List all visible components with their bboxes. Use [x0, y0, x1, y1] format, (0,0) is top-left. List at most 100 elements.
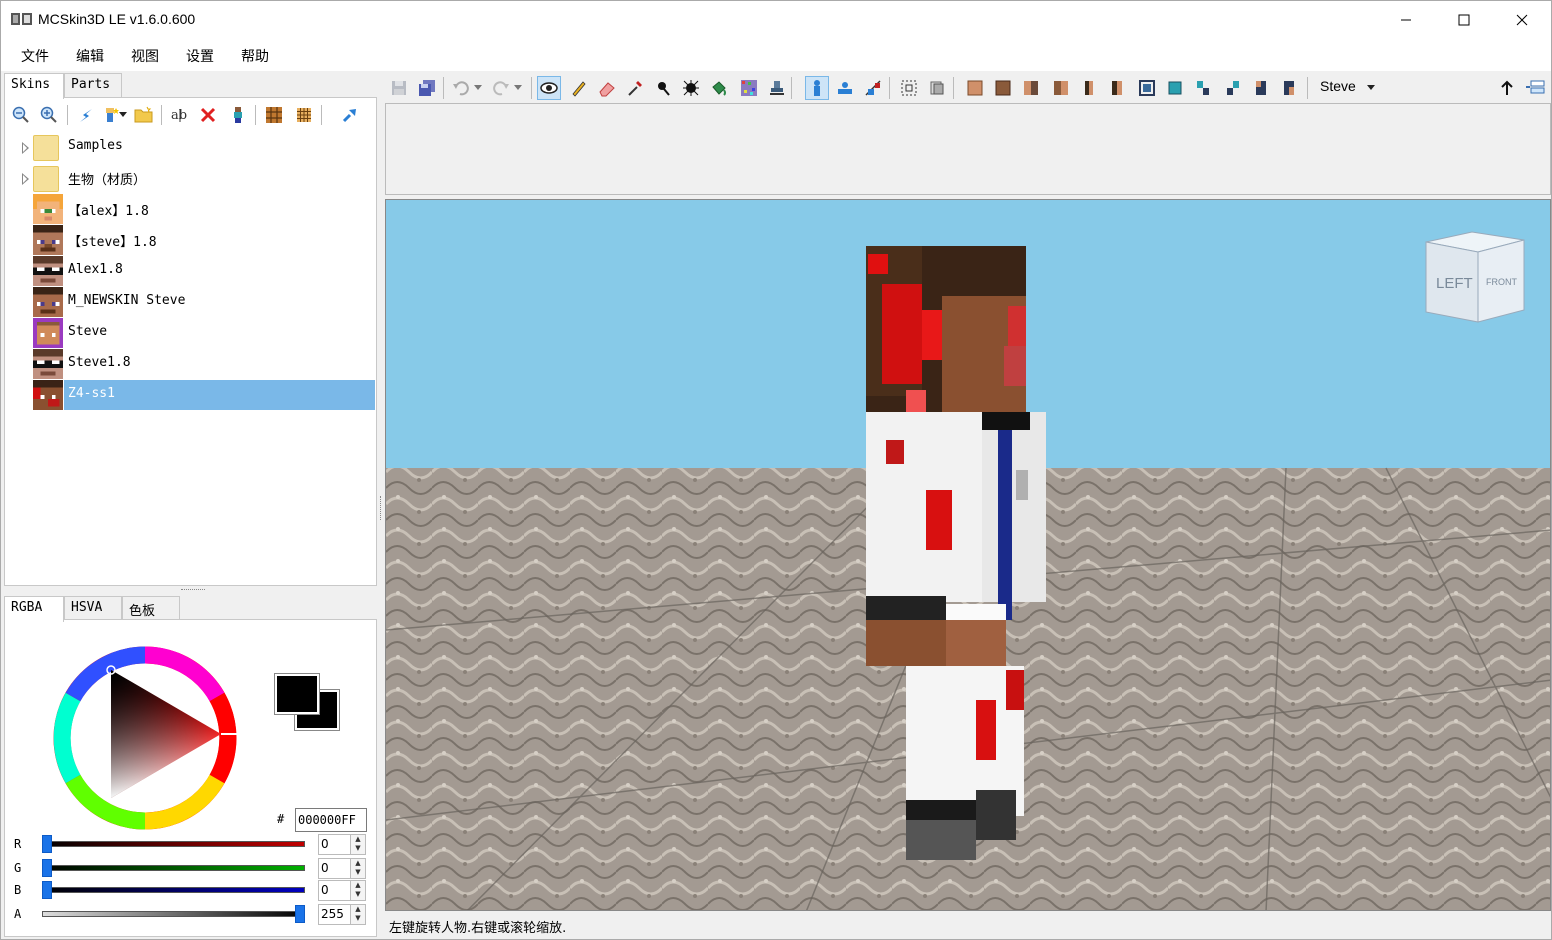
channel-spinner[interactable]: ▲ ▼ [350, 880, 366, 901]
channel-slider-track[interactable] [42, 865, 305, 871]
channel-spinner[interactable]: ▲ ▼ [350, 858, 366, 879]
sleeve-overlay-icon[interactable] [1191, 76, 1215, 100]
tree-skin-steve-bracket[interactable]: 【steve】1.8 [5, 225, 376, 256]
channel-value-input[interactable]: 0 [318, 858, 352, 879]
save-all-icon[interactable] [415, 76, 439, 100]
channel-slider-thumb[interactable] [42, 859, 52, 877]
bucket-tool-icon[interactable] [707, 76, 731, 100]
3d-viewport[interactable]: LEFT FRONT [385, 199, 1551, 911]
undo-dropdown-icon[interactable] [471, 76, 485, 100]
menu-edit[interactable]: 编辑 [76, 46, 104, 66]
channel-spinner[interactable]: ▲ ▼ [350, 834, 366, 855]
expand-arrow-icon[interactable] [22, 173, 29, 185]
close-button[interactable] [1493, 1, 1551, 39]
save-icon[interactable] [387, 76, 411, 100]
maximize-button[interactable] [1435, 1, 1493, 39]
hybrid-view-icon[interactable] [861, 76, 885, 100]
undo-icon[interactable] [449, 76, 473, 100]
dodge-tool-icon[interactable] [651, 76, 675, 100]
helmet-part-icon[interactable] [991, 76, 1015, 100]
head-part-icon[interactable] [963, 76, 987, 100]
channel-label: B [14, 883, 22, 897]
model-dropdown-icon[interactable] [1367, 85, 1375, 91]
channel-slider-thumb[interactable] [42, 835, 52, 853]
upload-icon[interactable] [339, 104, 361, 126]
zoom-out-icon[interactable] [10, 104, 32, 126]
tab-palette[interactable]: 色板 [122, 596, 180, 620]
tree-skin-m-newskin-steve[interactable]: M_NEWSKIN Steve [5, 287, 376, 318]
channel-slider-thumb[interactable] [42, 881, 52, 899]
view-cube[interactable]: LEFT FRONT [1425, 231, 1525, 323]
leg-part-icon[interactable] [1105, 76, 1129, 100]
model-selector[interactable]: Steve [1320, 78, 1356, 94]
person-view-icon[interactable] [805, 76, 829, 100]
dropdown-arrow-icon[interactable] [117, 104, 129, 126]
main-toolbar: Steve [385, 73, 1551, 101]
menu-help[interactable]: 帮助 [241, 46, 269, 66]
pants-overlay-2-icon[interactable] [1277, 76, 1301, 100]
menu-view[interactable]: 视图 [131, 46, 159, 66]
layout-icon[interactable] [1523, 76, 1547, 100]
channel-slider-track[interactable] [42, 911, 305, 917]
burn-tool-icon[interactable] [679, 76, 703, 100]
minimize-button[interactable] [1377, 1, 1435, 39]
tree-item-label: 【steve】1.8 [68, 235, 157, 250]
hex-color-input[interactable]: 000000FF [295, 808, 367, 832]
tree-skin-alex18[interactable]: Alex1.8 [5, 256, 376, 287]
rename-icon[interactable]: ab [169, 104, 191, 126]
vertical-splitter[interactable] [380, 496, 383, 520]
eraser-tool-icon[interactable] [595, 76, 619, 100]
sleeve-overlay-2-icon[interactable] [1221, 76, 1245, 100]
channel-spinner[interactable]: ▲ ▼ [350, 904, 366, 925]
tab-hsva[interactable]: HSVA [64, 596, 122, 620]
noise-tool-icon[interactable] [737, 76, 761, 100]
menu-file[interactable]: 文件 [21, 46, 49, 66]
color-wheel[interactable] [49, 642, 241, 834]
tree-skin-steve[interactable]: Steve [5, 318, 376, 349]
ghost-parts-icon[interactable] [925, 76, 949, 100]
head-overlay-icon[interactable] [1135, 76, 1159, 100]
alex-face-icon [33, 194, 63, 224]
steve-face-icon [33, 225, 63, 255]
tab-rgba[interactable]: RGBA [4, 596, 64, 622]
body-part-icon[interactable] [1019, 76, 1043, 100]
grid-icon[interactable] [263, 104, 285, 126]
channel-value-input[interactable]: 0 [318, 880, 352, 901]
channel-value-input[interactable]: 0 [318, 834, 352, 855]
horizontal-splitter[interactable] [181, 589, 205, 592]
menu-settings[interactable]: 设置 [186, 46, 214, 66]
texture-grid-icon[interactable] [293, 104, 315, 126]
expand-arrow-icon[interactable] [22, 142, 29, 154]
channel-value-input[interactable]: 255 [318, 904, 352, 925]
up-arrow-icon[interactable] [1495, 76, 1519, 100]
channel-slider-track[interactable] [42, 841, 305, 847]
channel-slider-track[interactable] [42, 887, 305, 893]
channel-slider-thumb[interactable] [295, 905, 305, 923]
right-arm-part-icon[interactable] [1077, 76, 1101, 100]
tab-skins[interactable]: Skins [4, 73, 64, 99]
camera-tool-icon[interactable] [537, 76, 561, 100]
dropper-tool-icon[interactable] [623, 76, 647, 100]
redo-icon[interactable] [489, 76, 513, 100]
grid-toggle-icon[interactable] [897, 76, 921, 100]
stamp-tool-icon[interactable] [765, 76, 789, 100]
pencil-tool-icon[interactable] [567, 76, 591, 100]
tree-item-label: Steve1.8 [68, 355, 131, 370]
delete-icon[interactable] [197, 104, 219, 126]
ortho-view-icon[interactable] [833, 76, 857, 100]
tree-folder-mobs[interactable]: 生物（材质） [5, 163, 376, 194]
open-folder-icon[interactable] [133, 104, 155, 126]
import-icon[interactable] [75, 104, 97, 126]
tree-skin-z4-ss1[interactable]: Z4-ss1 [5, 380, 376, 411]
clone-skin-icon[interactable] [227, 104, 249, 126]
primary-color-swatch[interactable] [274, 673, 320, 715]
left-arm-part-icon[interactable] [1049, 76, 1073, 100]
zoom-in-icon[interactable] [38, 104, 60, 126]
jacket-overlay-icon[interactable] [1163, 76, 1187, 100]
tree-skin-alex-bracket[interactable]: 【alex】1.8 [5, 194, 376, 225]
redo-dropdown-icon[interactable] [511, 76, 525, 100]
tab-parts[interactable]: Parts [64, 73, 122, 97]
pants-overlay-icon[interactable] [1249, 76, 1273, 100]
tree-skin-steve18[interactable]: Steve1.8 [5, 349, 376, 380]
tree-folder-samples[interactable]: Samples [5, 132, 376, 163]
